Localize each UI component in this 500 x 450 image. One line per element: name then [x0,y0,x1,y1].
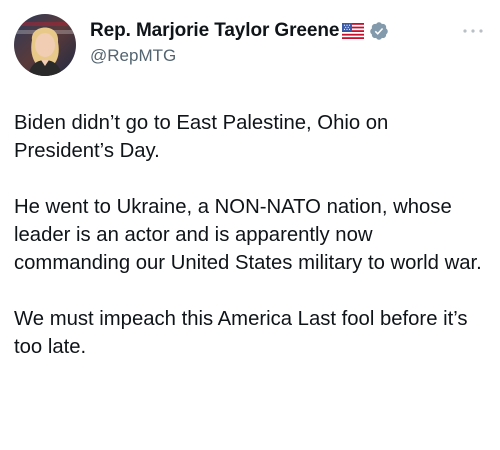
author-handle[interactable]: @RepMTG [90,46,389,66]
profile-avatar[interactable] [14,14,76,76]
author-names: Rep. Marjorie Taylor Greene @RepMTG [90,16,389,66]
tweet-card: Rep. Marjorie Taylor Greene @RepMTG Bide… [0,0,500,450]
name-row: Rep. Marjorie Taylor Greene [90,16,389,46]
verified-badge-icon [369,21,389,41]
display-name[interactable]: Rep. Marjorie Taylor Greene [90,20,339,42]
tweet-paragraph: Biden didn’t go to East Palestine, Ohio … [14,112,389,162]
tweet-paragraph: We must impeach this America Last fool b… [14,308,468,358]
more-options-icon[interactable] [460,24,486,38]
avatar-image [14,14,76,76]
tweet-header: Rep. Marjorie Taylor Greene @RepMTG [0,0,500,90]
us-flag-icon [342,23,365,39]
tweet-text: Biden didn’t go to East Palestine, Ohio … [14,109,484,389]
tweet-paragraph: He went to Ukraine, a NON-NATO nation, w… [14,196,482,274]
